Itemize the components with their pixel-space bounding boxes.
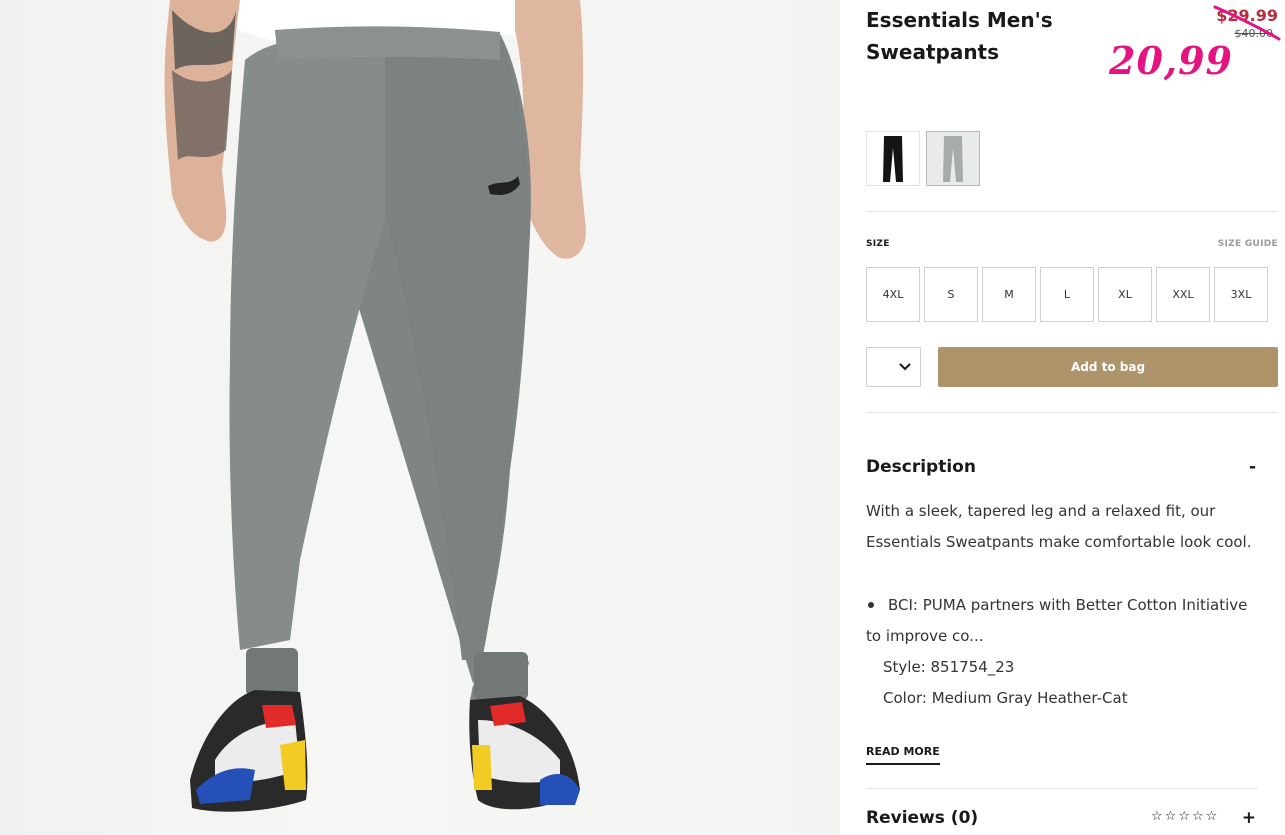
size-option[interactable]: XL (1098, 267, 1152, 322)
rating-stars: ☆ ☆ ☆ ☆ ☆ (1151, 810, 1217, 824)
description-collapse-toggle[interactable]: - (1249, 457, 1256, 477)
swatch-black[interactable] (866, 131, 920, 186)
color-name: Color: Medium Gray Heather-Cat (883, 689, 1128, 707)
size-option[interactable]: M (982, 267, 1036, 322)
feature-bullet: BCI: PUMA partners with Better Cotton In… (866, 590, 1256, 652)
star-outline-icon: ☆ (1164, 809, 1177, 824)
divider (866, 211, 1278, 212)
sale-price: 20,99 (1109, 38, 1233, 83)
reviews-expand-toggle[interactable]: + (1242, 808, 1256, 828)
size-option[interactable]: L (1040, 267, 1094, 322)
feature-text: BCI: PUMA partners with Better Cotton In… (866, 596, 1248, 645)
description-text: With a sleek, tapered leg and a relaxed … (866, 502, 1252, 551)
star-outline-icon: ☆ (1191, 809, 1204, 824)
gray-pants-icon (943, 135, 963, 182)
star-outline-icon: ☆ (1205, 809, 1218, 824)
size-option[interactable]: 4XL (866, 267, 920, 322)
star-outline-icon: ☆ (1151, 809, 1163, 824)
model-photo (164, 0, 586, 812)
product-details-panel: Essentials Men's Sweatpants $29.99 $40.0… (866, 0, 1281, 835)
price-original: $40.00 (1234, 27, 1274, 40)
read-more-link[interactable]: READ MORE (866, 745, 940, 765)
price-struck: $29.99 (1216, 6, 1278, 25)
product-title: Essentials Men's Sweatpants (866, 8, 1053, 64)
size-options: 4XL S M L XL XXL 3XL (866, 267, 1268, 322)
bullet-icon (868, 601, 874, 608)
swatch-gray[interactable] (926, 131, 980, 186)
size-label: SIZE (866, 239, 890, 249)
add-to-bag-button[interactable]: Add to bag (938, 347, 1278, 387)
chevron-down-icon (899, 363, 911, 371)
black-pants-icon (883, 135, 903, 182)
product-image[interactable] (0, 0, 840, 835)
size-option[interactable]: 3XL (1214, 267, 1268, 322)
description-title[interactable]: Description (866, 457, 976, 477)
size-guide-link[interactable]: SIZE GUIDE (1218, 239, 1278, 249)
divider (866, 788, 1258, 789)
divider (866, 412, 1278, 413)
reviews-title[interactable]: Reviews (0) (866, 808, 978, 828)
size-option[interactable]: S (924, 267, 978, 322)
size-option[interactable]: XXL (1156, 267, 1210, 322)
star-outline-icon: ☆ (1178, 809, 1190, 824)
color-swatches (866, 131, 980, 186)
style-number: Style: 851754_23 (883, 658, 1015, 676)
quantity-select[interactable] (866, 347, 921, 387)
